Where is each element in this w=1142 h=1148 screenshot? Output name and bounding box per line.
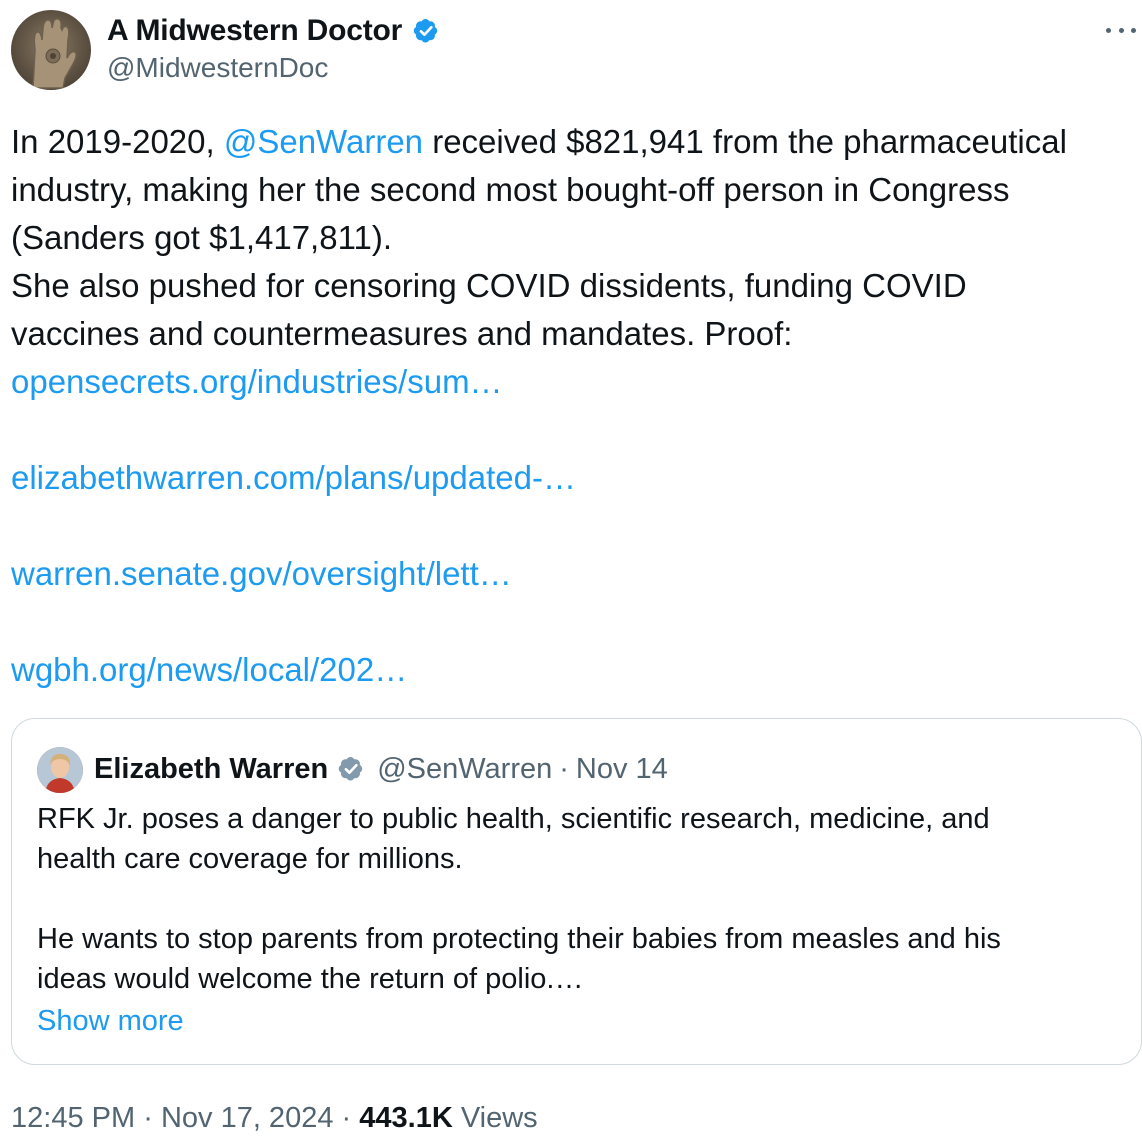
person-portrait-icon xyxy=(37,747,83,793)
tweet-date[interactable]: Nov 17, 2024 xyxy=(161,1102,334,1134)
quote-line: He wants to stop parents from protecting… xyxy=(37,923,1001,955)
show-more-link[interactable]: Show more xyxy=(37,1001,184,1041)
views-count: 443.1K xyxy=(359,1102,453,1134)
more-options-button[interactable] xyxy=(1106,20,1136,40)
quote-author-name[interactable]: Elizabeth Warren xyxy=(94,753,328,786)
quote-text: RFK Jr. poses a danger to public health,… xyxy=(37,799,1127,999)
quote-author-avatar[interactable] xyxy=(37,747,83,793)
link-warren-senate[interactable]: warren.senate.gov/oversight/lett… xyxy=(11,555,512,592)
quote-line: health care coverage for millions. xyxy=(37,843,463,875)
author-name-row: A Midwestern Doctor xyxy=(107,12,442,50)
author-display-name[interactable]: A Midwestern Doctor xyxy=(107,14,402,48)
quote-line: RFK Jr. poses a danger to public health,… xyxy=(37,803,990,835)
link-wgbh[interactable]: wgbh.org/news/local/202… xyxy=(11,651,407,688)
tweet-time[interactable]: 12:45 PM xyxy=(11,1102,135,1134)
tweet-line: industry, making her the second most bou… xyxy=(11,171,1010,208)
quote-separator: · xyxy=(559,752,569,785)
quote-header: Elizabeth Warren @SenWarren · Nov 14 xyxy=(94,749,668,789)
tweet-line: In 2019-2020, @SenWarren received $821,9… xyxy=(11,118,1136,166)
quote-author-handle[interactable]: @SenWarren xyxy=(377,753,552,786)
tweet-line: vaccines and countermeasures and mandate… xyxy=(11,315,793,352)
hand-sculpture-avatar-icon xyxy=(32,18,77,89)
footer-separator: · xyxy=(341,1102,352,1134)
more-dot-icon xyxy=(1131,27,1136,33)
link-elizabethwarren[interactable]: elizabethwarren.com/plans/updated-… xyxy=(11,459,576,496)
tweet-line-text: In 2019-2020, xyxy=(11,123,224,160)
author-avatar[interactable] xyxy=(11,10,91,90)
more-dot-icon xyxy=(1106,27,1111,33)
more-dot-icon xyxy=(1118,27,1124,33)
government-verified-badge-icon[interactable] xyxy=(335,753,367,785)
author-handle[interactable]: @MidwesternDoc xyxy=(107,52,328,84)
tweet-line: She also pushed for censoring COVID diss… xyxy=(11,267,967,304)
views-label: Views xyxy=(460,1102,538,1134)
quote-date[interactable]: Nov 14 xyxy=(576,753,668,786)
mention-senwarren-link[interactable]: @SenWarren xyxy=(224,123,423,160)
quote-line: ideas would welcome the return of polio.… xyxy=(37,963,584,995)
link-opensecrets[interactable]: opensecrets.org/industries/sum… xyxy=(11,363,503,400)
tweet-line-text: received $821,941 from the pharmaceutica… xyxy=(423,123,1067,160)
tweet-metadata: 12:45 PM · Nov 17, 2024 · 443.1K Views xyxy=(11,1098,538,1138)
verified-badge-icon[interactable] xyxy=(410,15,442,47)
tweet-text: In 2019-2020, @SenWarren received $821,9… xyxy=(11,118,1136,694)
tweet-line: (Sanders got $1,417,811). xyxy=(11,219,392,256)
footer-separator: · xyxy=(143,1102,153,1134)
quoted-tweet-card[interactable]: Elizabeth Warren @SenWarren · Nov 14 RFK… xyxy=(11,718,1142,1065)
